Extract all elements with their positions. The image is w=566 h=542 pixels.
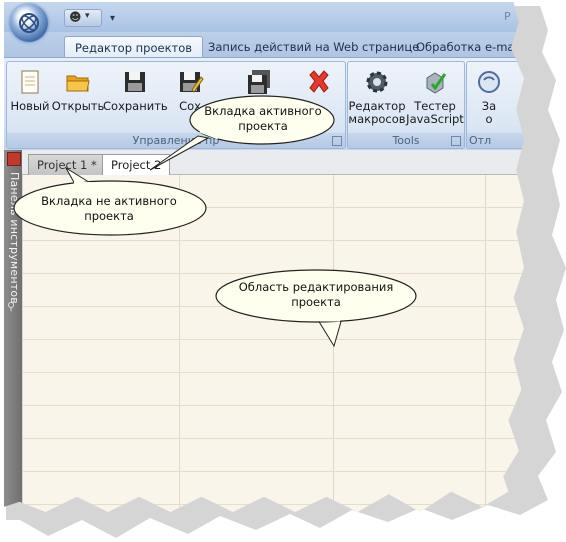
toolbox-icon <box>7 152 21 166</box>
grid-row-line <box>23 240 524 241</box>
callout-edit-area: Область редактирования проекта <box>214 268 424 350</box>
record-icon <box>478 71 500 93</box>
dropdown-small-icon: ▾ <box>85 11 90 21</box>
macro-editor-button[interactable]: Редактор макросов <box>348 66 406 128</box>
new-document-icon <box>21 70 39 94</box>
gear-icon <box>366 71 388 93</box>
tab-web-recording[interactable]: Запись действий на Web странице <box>198 36 429 58</box>
debug-run-label: За о <box>481 99 497 126</box>
tools-dialog-launcher[interactable] <box>451 136 461 146</box>
group-debug: За о Отл <box>466 61 524 149</box>
tab-project-editor[interactable]: Редактор проектов <box>64 36 204 59</box>
callout-edit-area-text: Область редактирования проекта <box>238 280 394 309</box>
app-logo-icon <box>19 13 39 33</box>
application-menu-button[interactable] <box>10 4 48 42</box>
user-icon: ☻ <box>69 10 82 24</box>
javascript-tester-button[interactable]: Тестер JavaScript <box>406 66 464 128</box>
javascript-tester-label: Тестер JavaScript <box>406 99 464 126</box>
macro-editor-label: Редактор макросов <box>348 99 406 126</box>
group-tools-label: Tools <box>348 133 464 148</box>
grid-row-line <box>23 405 524 406</box>
new-label: Новый <box>10 99 50 113</box>
group-debug-label: Отл <box>467 133 524 148</box>
pin-icon[interactable]: ⚲ <box>7 300 15 313</box>
callout-inactive-tab-text: Вкладка не активного проекта <box>41 194 177 223</box>
callout-inactive-tab: Вкладка не активного проекта <box>6 166 207 238</box>
dropdown-arrow-icon: ▾ <box>110 13 116 24</box>
title-bar: ☻ ▾ ▾ Р <box>4 2 524 32</box>
grid-row-line <box>23 372 524 373</box>
application-window: ☻ ▾ ▾ Р Редактор проектов Запись действи… <box>4 2 524 512</box>
quick-access-user-button[interactable]: ☻ ▾ <box>64 9 102 27</box>
new-button[interactable]: Новый <box>10 66 50 128</box>
debug-run-button[interactable]: За о <box>469 66 509 128</box>
open-folder-icon <box>66 75 90 92</box>
javascript-tester-icon <box>426 72 447 94</box>
open-button[interactable]: Открыть <box>52 66 104 128</box>
callout-active-tab-text: Вкладка активного проекта <box>204 104 322 133</box>
tab-email-processing[interactable]: Обработка e-mail <box>406 36 524 58</box>
ribbon-tab-row: Редактор проектов Запись действий на Web… <box>4 32 524 59</box>
grid-column-line <box>485 175 486 512</box>
open-label: Открыть <box>51 99 105 113</box>
grid-row-line <box>23 471 524 472</box>
callout-active-tab: Вкладка активного проекта <box>120 92 340 174</box>
group-tools: Редактор макросов Тестер JavaScript Tool… <box>347 61 465 149</box>
grid-row-line <box>23 438 524 439</box>
customize-quick-access-button[interactable]: ▾ <box>110 11 124 27</box>
window-title: Р <box>504 10 511 23</box>
